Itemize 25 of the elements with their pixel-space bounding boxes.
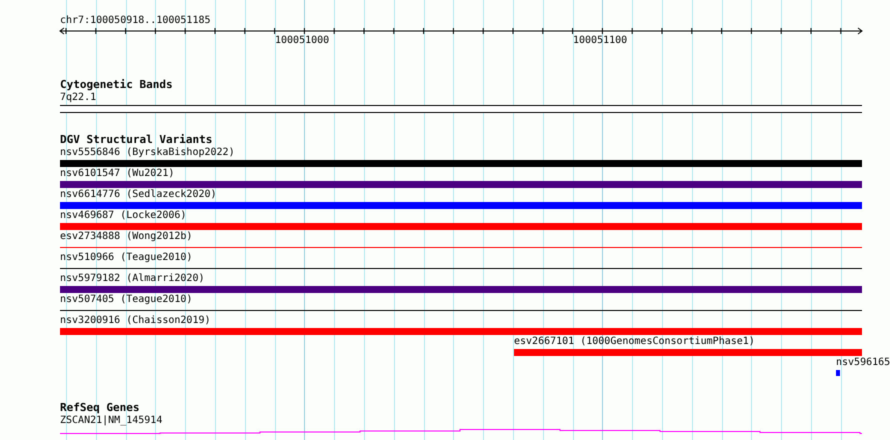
feature-label: nsv3200916 (Chaisson2019) [60,314,211,327]
track-title: Cytogenetic Bands [60,79,173,91]
feature-label: nsv5979182 (Almarri2020) [60,272,204,285]
feature-label: nsv6614776 (Sedlazeck2020) [60,188,217,201]
variant-bar[interactable] [60,202,862,208]
track-title: DGV Structural Variants [60,134,212,146]
feature-label: nsv5556846 (ByrskaBishop2022) [60,146,235,159]
variant-bar[interactable] [60,180,862,188]
ruler-tick-label: 100051000 [275,35,330,47]
feature-label: nsv6101547 (Wu2021) [60,167,174,180]
track-title: RefSeq Genes [60,402,140,414]
feature-label: ZSCAN21|NM_145914 [60,414,162,427]
variant-bar[interactable] [60,160,862,166]
feature-label: esv2734888 (Wong2012b) [60,230,192,243]
feature-label: nsv596165 [836,356,890,369]
variant-marker[interactable] [836,370,840,376]
gene-model[interactable] [60,429,862,434]
feature-label: nsv507405 (Teague2010) [60,293,192,306]
feature-label: 7q22.1 [60,91,96,104]
feature-label: nsv469687 (Locke2006) [60,209,186,222]
feature-label: nsv510966 (Teague2010) [60,251,192,264]
feature-label: esv2667101 (1000GenomesConsortiumPhase1) [514,335,755,348]
variant-bar[interactable] [60,286,862,292]
range-label: chr7:100050918..100051185 [60,15,211,27]
ruler-tick-label: 100051100 [573,35,628,47]
